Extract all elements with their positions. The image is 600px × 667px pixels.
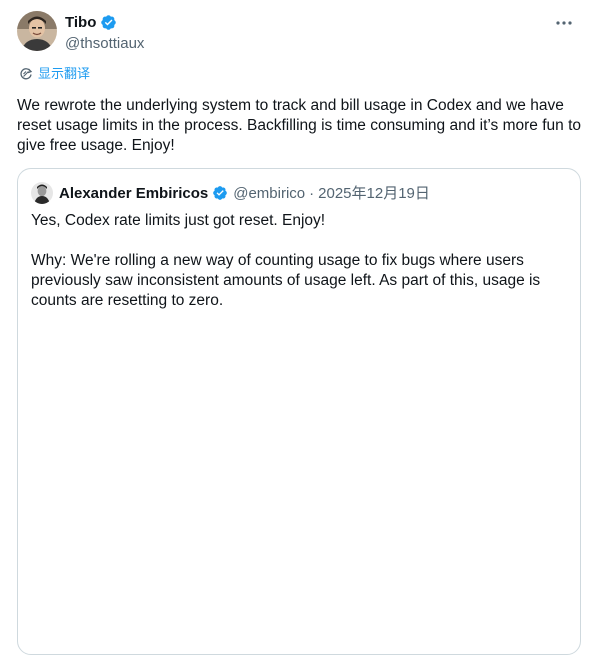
tweet: Tibo @thsottiaux 显示翻译 We rewrote the und… <box>0 0 600 667</box>
verified-badge-icon <box>100 14 117 31</box>
tweet-body-text: We rewrote the underlying system to trac… <box>17 97 581 154</box>
show-translation-label: 显示翻译 <box>38 66 91 81</box>
quoted-author-avatar <box>31 182 53 204</box>
show-translation-button[interactable]: 显示翻译 <box>19 66 90 82</box>
quoted-author-name: Alexander Embiricos <box>59 184 209 202</box>
more-horizontal-icon <box>556 12 572 30</box>
author-name[interactable]: Tibo <box>65 13 96 32</box>
author-name-row: Tibo <box>65 13 117 32</box>
quoted-author-handle: @embirico <box>233 184 306 202</box>
translate-icon <box>19 67 33 81</box>
author-handle[interactable]: @thsottiaux <box>65 34 144 53</box>
verified-badge-icon <box>212 185 228 201</box>
quoted-tweet[interactable]: Alexander Embiricos @embirico · 2025年12月… <box>17 168 581 655</box>
quoted-paragraph: Why: We're rolling a new way of counting… <box>31 252 541 309</box>
quoted-tweet-header: Alexander Embiricos @embirico · 2025年12月… <box>31 182 430 204</box>
more-options-button[interactable] <box>554 11 574 31</box>
quoted-tweet-text: Yes, Codex rate limits just got reset. E… <box>31 211 561 311</box>
separator-dot: · <box>309 184 315 202</box>
quoted-tweet-date: 2025年12月19日 <box>318 184 430 202</box>
quoted-paragraph: Yes, Codex rate limits just got reset. E… <box>31 212 326 229</box>
author-avatar[interactable] <box>17 11 57 51</box>
